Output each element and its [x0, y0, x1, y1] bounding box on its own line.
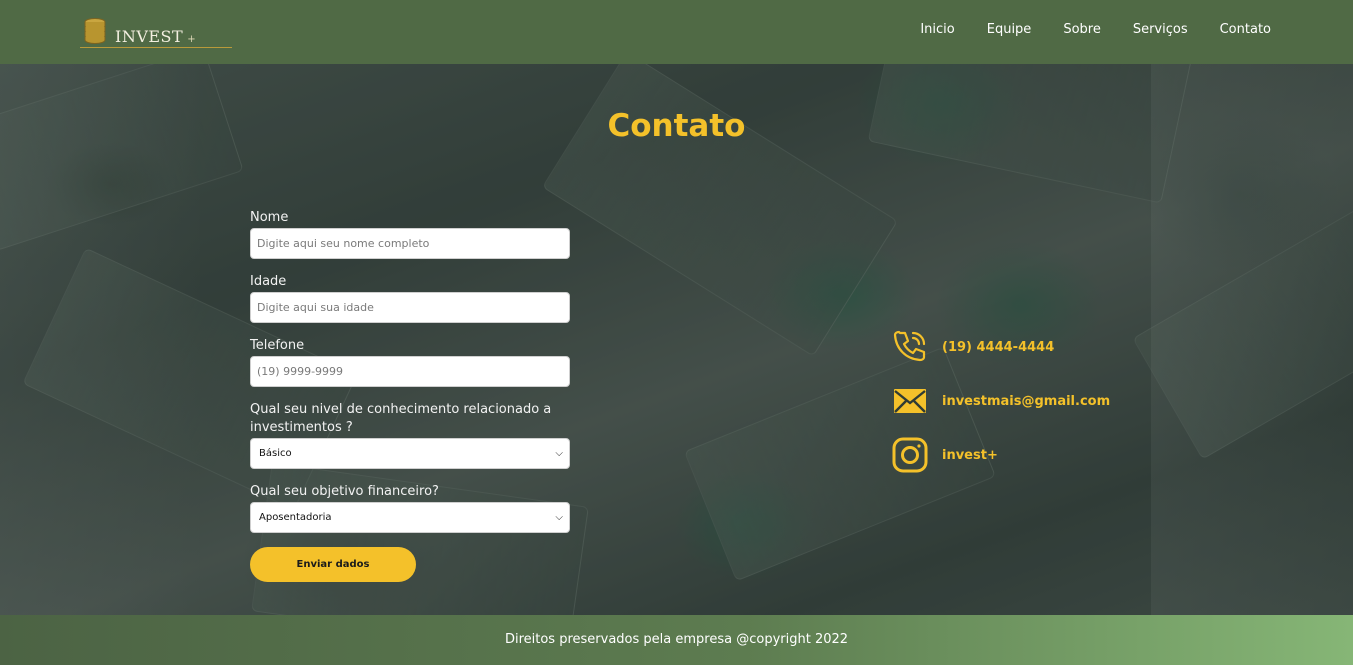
- contact-phone-row: (19) 4444-4444: [891, 328, 1110, 366]
- idade-group: Idade: [250, 273, 570, 323]
- telefone-group: Telefone: [250, 337, 570, 387]
- contact-email-row: investmais@gmail.com: [891, 382, 1110, 420]
- contact-form: Nome Idade Telefone Qual seu nivel de co…: [250, 209, 570, 582]
- contact-info: (19) 4444-4444 investmais@gmail.com inve…: [891, 328, 1110, 490]
- contact-email-text[interactable]: investmais@gmail.com: [942, 394, 1110, 409]
- brand-suffix: +: [187, 34, 197, 45]
- brand-name: INVEST +: [115, 27, 196, 46]
- nome-input[interactable]: [250, 228, 570, 259]
- conhecimento-selected-value: Básico: [259, 448, 292, 459]
- envelope-icon: [891, 382, 929, 420]
- site-header: INVEST + Inicio Equipe Sobre Serviços Con…: [0, 0, 1353, 64]
- conhecimento-label: Qual seu nivel de conhecimento relaciona…: [250, 402, 552, 435]
- nav-link-contato[interactable]: Contato: [1220, 22, 1271, 37]
- coin-stack-icon: [84, 18, 106, 44]
- phone-icon: [891, 328, 929, 366]
- contact-instagram-text[interactable]: invest+: [942, 448, 998, 463]
- enviar-dados-button[interactable]: Enviar dados: [250, 547, 416, 582]
- nav-link-servicos[interactable]: Serviços: [1133, 22, 1188, 37]
- page-title: Contato: [607, 108, 746, 144]
- site-footer: Direitos preservados pela empresa @copyr…: [0, 615, 1353, 665]
- objetivo-label: Qual seu objetivo financeiro?: [250, 484, 439, 499]
- instagram-icon: [891, 436, 929, 474]
- objetivo-select[interactable]: Aposentadoria ⌵: [250, 502, 570, 533]
- nav-link-equipe[interactable]: Equipe: [987, 22, 1032, 37]
- conhecimento-group: Qual seu nivel de conhecimento relaciona…: [250, 401, 570, 469]
- left-photo-strip: [0, 64, 200, 615]
- chevron-down-icon: ⌵: [555, 512, 563, 523]
- nav-link-sobre[interactable]: Sobre: [1063, 22, 1101, 37]
- objetivo-selected-value: Aposentadoria: [259, 512, 332, 523]
- right-photo-strip: [1151, 64, 1351, 615]
- nome-label: Nome: [250, 210, 289, 225]
- contact-phone-text[interactable]: (19) 4444-4444: [942, 340, 1054, 355]
- conhecimento-select[interactable]: Básico ⌵: [250, 438, 570, 469]
- nav-link-inicio[interactable]: Inicio: [920, 22, 954, 37]
- telefone-input[interactable]: [250, 356, 570, 387]
- footer-copyright: Direitos preservados pela empresa @copyr…: [504, 632, 849, 647]
- chevron-down-icon: ⌵: [555, 448, 563, 459]
- contact-instagram-row: invest+: [891, 436, 1110, 474]
- idade-input[interactable]: [250, 292, 570, 323]
- nome-group: Nome: [250, 209, 570, 259]
- brand-logo[interactable]: INVEST +: [80, 16, 232, 48]
- main-nav: Inicio Equipe Sobre Serviços Contato: [920, 22, 1271, 37]
- brand-name-text: INVEST: [115, 27, 184, 46]
- telefone-label: Telefone: [250, 338, 305, 353]
- objetivo-group: Qual seu objetivo financeiro? Aposentado…: [250, 483, 570, 533]
- idade-label: Idade: [250, 274, 287, 289]
